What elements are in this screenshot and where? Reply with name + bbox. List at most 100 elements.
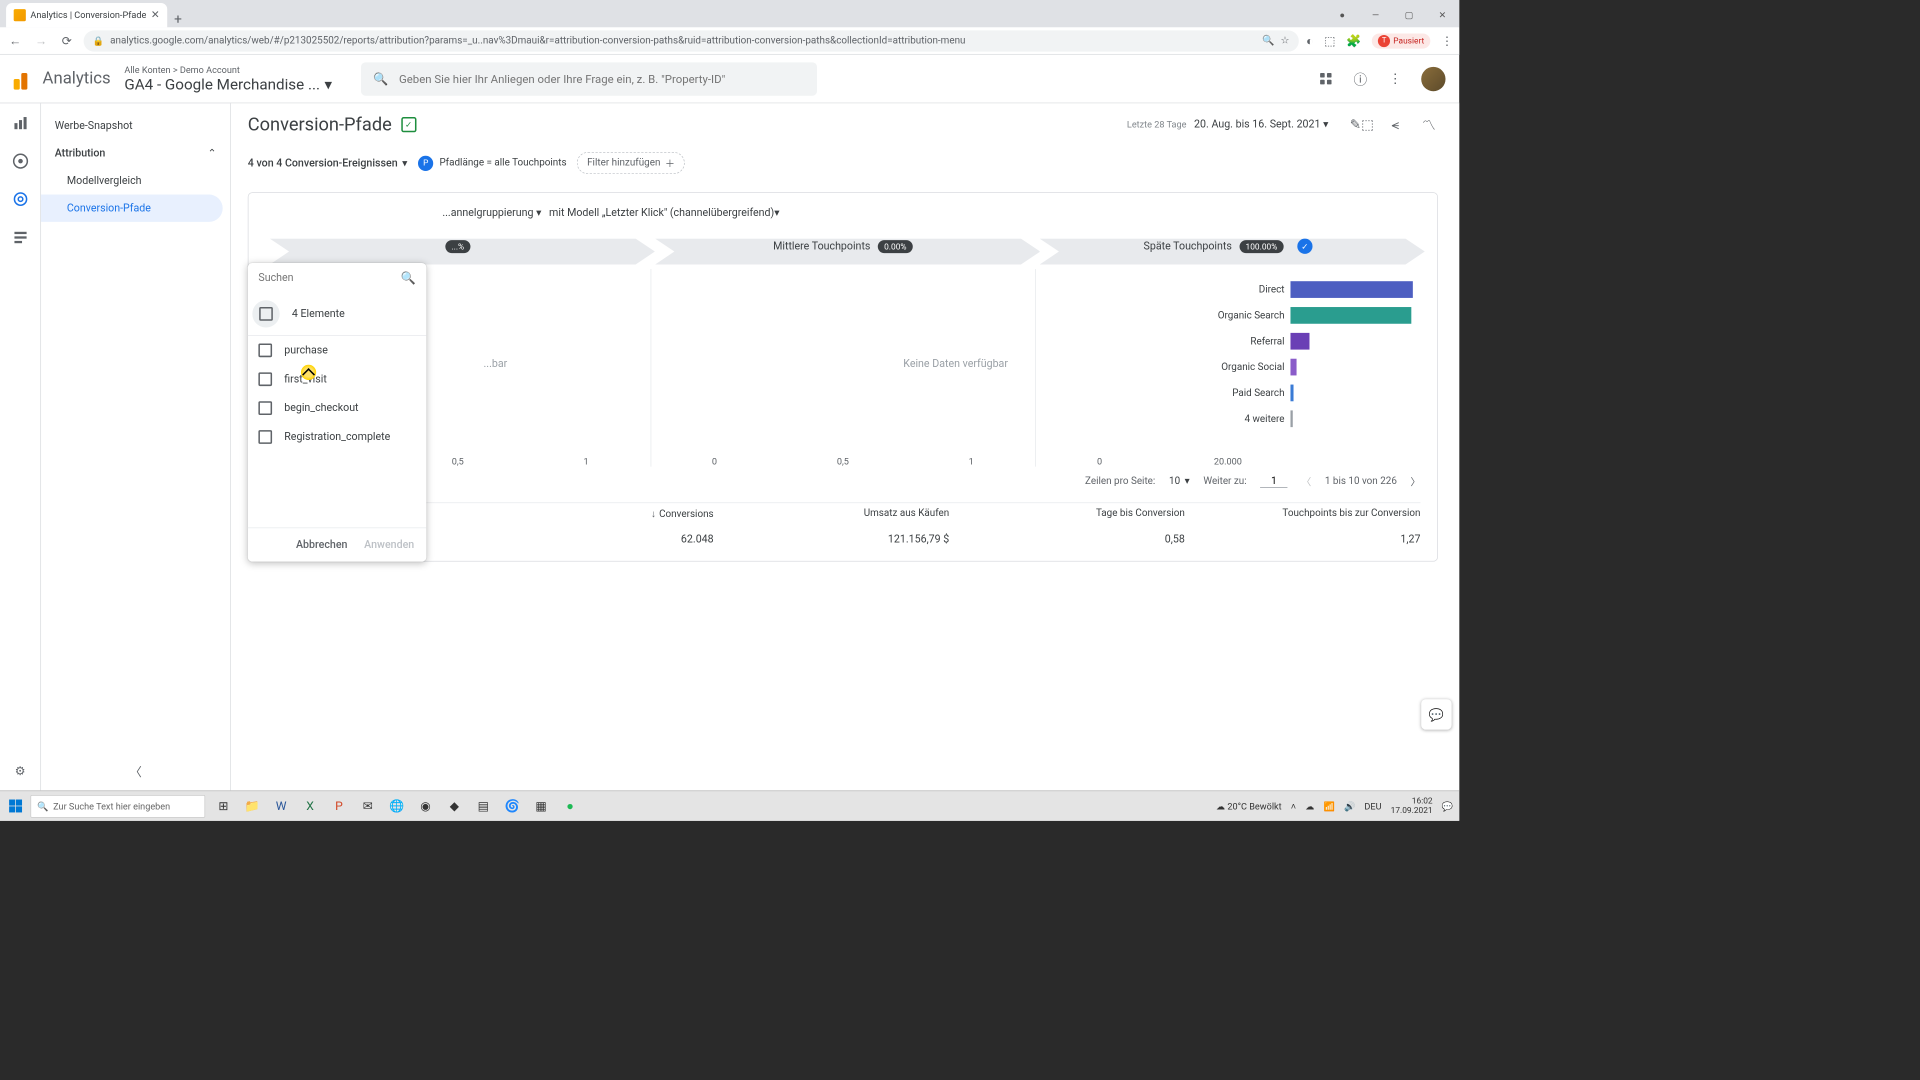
explore-icon[interactable] <box>11 152 29 170</box>
pathlength-chip[interactable]: P Pfadlänge = alle Touchpoints <box>418 155 566 170</box>
th-touchpoints[interactable]: Touchpoints bis zur Conversion <box>1185 508 1421 520</box>
forward-button[interactable]: → <box>32 32 50 50</box>
sidebar-item-modelcompare[interactable]: Modellvergleich <box>41 167 223 194</box>
powerpoint-icon[interactable]: P <box>325 791 352 821</box>
popover-item-registration[interactable]: Registration_complete <box>248 423 427 452</box>
column-early-touchpoints: ...% <box>265 239 650 254</box>
add-filter-label: Filter hinzufügen <box>587 157 660 168</box>
maximize-button[interactable]: ▢ <box>1392 3 1425 27</box>
goto-page-input[interactable] <box>1260 475 1287 487</box>
account-breadcrumb[interactable]: Alle Konten > Demo Account <box>124 64 332 75</box>
apps-icon[interactable] <box>1316 70 1334 88</box>
insights-icon[interactable]: 〽 <box>1420 116 1438 134</box>
popover-item-first-visit[interactable]: first_visit <box>248 365 427 394</box>
conversion-events-dropdown[interactable]: 4 von 4 Conversion-Ereignissen ▾ <box>248 157 408 169</box>
mail-icon[interactable]: ✉ <box>354 791 381 821</box>
checkbox[interactable] <box>258 401 272 415</box>
volume-icon[interactable]: 🔊 <box>1344 801 1355 812</box>
sidebar-label: Werbe-Snapshot <box>55 120 133 132</box>
customize-icon[interactable]: ✎⬚ <box>1353 116 1371 134</box>
wifi-icon[interactable]: 📶 <box>1323 801 1334 812</box>
checkbox[interactable] <box>259 307 273 321</box>
property-selector[interactable]: GA4 - Google Merchandise ... ▾ <box>124 75 332 93</box>
bookmark-icon[interactable]: ☆ <box>1281 35 1290 46</box>
profile-chip[interactable]: T Pausiert <box>1372 33 1430 48</box>
popover-cancel-button[interactable]: Abbrechen <box>296 539 347 551</box>
checkbox[interactable] <box>258 372 272 386</box>
search-input[interactable] <box>399 72 805 86</box>
checkbox[interactable] <box>258 430 272 444</box>
word-icon[interactable]: W <box>268 791 295 821</box>
extension-icon[interactable]: ⬚ <box>1324 33 1335 47</box>
notifications-icon[interactable]: 💬 <box>1442 801 1453 812</box>
close-window-button[interactable]: ✕ <box>1426 3 1459 27</box>
rows-per-page-select[interactable]: 10 ▾ <box>1169 476 1190 487</box>
spotify-icon[interactable]: ● <box>556 791 583 821</box>
next-page-button[interactable]: 〉 <box>1411 474 1421 488</box>
model-dropdown[interactable]: mit Modell „Letzter Klick" (channelüberg… <box>549 207 780 219</box>
help-icon[interactable]: ⓘ <box>1351 70 1369 88</box>
taskbar-search[interactable]: 🔍 Zur Suche Text hier eingeben <box>30 795 205 818</box>
app-icon[interactable]: ▤ <box>470 791 497 821</box>
sidebar-item-conversionpaths[interactable]: Conversion-Pfade <box>41 195 223 222</box>
edge-icon[interactable]: 🌀 <box>499 791 526 821</box>
advertising-icon[interactable] <box>11 190 29 208</box>
popover-item-begin-checkout[interactable]: begin_checkout <box>248 394 427 423</box>
th-days[interactable]: Tage bis Conversion <box>949 508 1185 520</box>
bar-fill <box>1291 281 1413 298</box>
th-revenue[interactable]: Umsatz aus Käufen <box>714 508 950 520</box>
onedrive-icon[interactable]: ☁ <box>1305 801 1314 812</box>
app-icon[interactable]: ▦ <box>527 791 554 821</box>
language-indicator[interactable]: DEU <box>1364 801 1381 812</box>
extensions-menu-icon[interactable]: 🧩 <box>1346 33 1361 47</box>
prev-page-button[interactable]: 〈 <box>1301 474 1311 488</box>
popover-item-purchase[interactable]: purchase <box>248 336 427 365</box>
reload-button[interactable]: ⟳ <box>58 32 76 50</box>
share-icon[interactable]: ⪪ <box>1386 116 1404 134</box>
address-bar[interactable]: 🔒 analytics.google.com/analytics/web/#/p… <box>84 30 1299 51</box>
tray-chevron-icon[interactable]: ˄ <box>1291 801 1296 812</box>
close-tab-icon[interactable]: ✕ <box>151 9 160 21</box>
extension-icon[interactable]: ◐ <box>1306 33 1313 48</box>
analytics-logo[interactable]: Analytics <box>14 68 111 89</box>
reports-icon[interactable] <box>11 114 29 132</box>
sidebar-item-snapshot[interactable]: Werbe-Snapshot <box>41 112 230 139</box>
lock-icon: 🔒 <box>93 35 104 46</box>
kebab-menu-icon[interactable]: ⋮ <box>1386 70 1404 88</box>
checkbox[interactable] <box>258 344 272 358</box>
chrome-menu-icon[interactable]: ⋮ <box>1441 33 1453 47</box>
popover-search-input[interactable] <box>258 272 400 284</box>
report-content: Conversion-Pfade ✓ Letzte 28 Tage 20. Au… <box>231 103 1459 790</box>
th-conversions[interactable]: ↓Conversions <box>478 508 714 520</box>
clock[interactable]: 16:02 17.09.2021 <box>1391 797 1433 815</box>
settings-icon[interactable]: ⚙ <box>11 762 29 780</box>
new-tab-button[interactable]: + <box>167 11 188 27</box>
start-button[interactable] <box>0 791 30 821</box>
excel-icon[interactable]: X <box>296 791 323 821</box>
back-button[interactable]: ← <box>6 32 24 50</box>
obs-icon[interactable]: ◉ <box>412 791 439 821</box>
popover-apply-button[interactable]: Anwenden <box>364 539 414 551</box>
app-icon[interactable]: ◆ <box>441 791 468 821</box>
search-bar[interactable]: 🔍 <box>361 62 817 95</box>
account-dot-icon[interactable]: ● <box>1325 3 1358 27</box>
zoom-icon[interactable]: 🔍 <box>1262 35 1274 46</box>
configure-icon[interactable] <box>11 228 29 246</box>
chrome-icon[interactable]: 🌐 <box>383 791 410 821</box>
channel-grouping-dropdown[interactable]: ...annelgruppierung ▾ <box>442 207 541 219</box>
explorer-icon[interactable]: 📁 <box>239 791 266 821</box>
axis-tick: 1 <box>907 456 1035 467</box>
collapse-sidebar-button[interactable]: 〈 <box>130 762 142 780</box>
date-range-picker[interactable]: 20. Aug. bis 16. Sept. 2021 ▾ <box>1194 119 1328 131</box>
sidebar-group-attribution[interactable]: Attribution ⌃ <box>41 140 230 167</box>
chevron-down-icon: ▾ <box>402 157 407 169</box>
task-view-icon[interactable]: ⊞ <box>210 791 237 821</box>
feedback-button[interactable]: 💬 <box>1421 699 1451 729</box>
weather-widget[interactable]: ☁ 20°C Bewölkt <box>1216 801 1282 812</box>
popover-select-all[interactable]: 4 Elemente <box>248 293 427 336</box>
add-filter-button[interactable]: Filter hinzufügen ＋ <box>577 152 685 174</box>
minimize-button[interactable]: — <box>1359 3 1392 27</box>
axis-tick: 0,5 <box>779 456 907 467</box>
user-avatar[interactable] <box>1421 67 1445 91</box>
browser-tab[interactable]: Analytics | Conversion-Pfade ✕ <box>6 3 167 27</box>
